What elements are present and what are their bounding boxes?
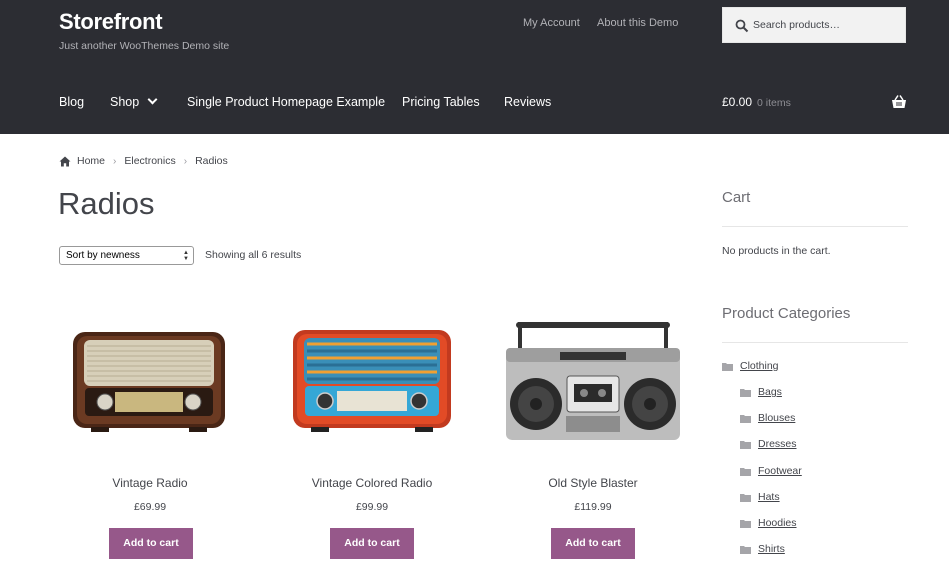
site-title[interactable]: Storefront: [59, 9, 163, 35]
chevron-down-icon: [147, 94, 158, 105]
folder-icon: [740, 493, 751, 502]
category-label[interactable]: Footwear: [758, 465, 802, 477]
about-demo-link[interactable]: About this Demo: [597, 17, 678, 29]
nav-pricing-tables[interactable]: Pricing Tables: [402, 95, 480, 109]
folder-icon: [740, 414, 751, 423]
vintage-radio-image[interactable]: [57, 300, 243, 450]
folder-icon: [740, 467, 751, 476]
category-hoodies[interactable]: Hoodies: [740, 517, 797, 529]
category-label[interactable]: Blouses: [758, 412, 795, 424]
nav-blog[interactable]: Blog: [59, 95, 84, 109]
product-name[interactable]: Vintage Radio: [57, 476, 243, 490]
folder-icon: [740, 440, 751, 449]
vintage-colored-radio-image[interactable]: [279, 300, 465, 450]
category-label[interactable]: Shirts: [758, 543, 785, 555]
add-to-cart-button[interactable]: Add to cart: [330, 528, 414, 559]
nav-single-product[interactable]: Single Product Homepage Example: [187, 95, 385, 109]
product-price: £99.99: [355, 501, 389, 513]
site-description: Just another WooThemes Demo site: [59, 40, 230, 52]
category-label[interactable]: Dresses: [758, 438, 797, 450]
my-account-link[interactable]: My Account: [523, 17, 580, 29]
breadcrumb-current: Radios: [195, 155, 228, 167]
product-price: £119.99: [574, 501, 612, 513]
category-footwear[interactable]: Footwear: [740, 465, 802, 477]
sort-selected-value: Sort by newness: [66, 250, 140, 261]
category-label[interactable]: Hats: [758, 491, 780, 503]
folder-icon: [740, 519, 751, 528]
nav-shop-label: Shop: [110, 95, 140, 109]
nav-shop[interactable]: Shop: [110, 94, 158, 109]
page-title: Radios: [58, 186, 155, 221]
category-hats[interactable]: Hats: [740, 491, 780, 503]
select-arrows-icon: ▲ ▼: [183, 250, 189, 262]
product-name[interactable]: Vintage Colored Radio: [279, 476, 465, 490]
divider: [722, 226, 908, 227]
site-header: Storefront Just another WooThemes Demo s…: [0, 0, 949, 134]
cart-empty-message: No products in the cart.: [722, 245, 831, 257]
sort-select[interactable]: Sort by newness ▲ ▼: [59, 246, 194, 265]
result-count: Showing all 6 results: [205, 249, 302, 261]
cart-widget-title: Cart: [722, 189, 751, 206]
nav-reviews[interactable]: Reviews: [504, 95, 551, 109]
boombox-image[interactable]: [500, 300, 686, 450]
product-price: £69.99: [133, 501, 167, 513]
header-cart-count: 0 items: [757, 97, 791, 109]
folder-icon: [740, 545, 751, 554]
breadcrumb-home[interactable]: Home: [77, 155, 105, 167]
category-blouses[interactable]: Blouses: [740, 412, 795, 424]
folder-icon: [740, 388, 751, 397]
header-cart-total[interactable]: £0.00: [722, 95, 752, 109]
search-box[interactable]: [722, 7, 906, 43]
category-label[interactable]: Clothing: [740, 360, 779, 372]
category-shirts[interactable]: Shirts: [740, 543, 785, 555]
search-input[interactable]: [753, 8, 903, 42]
category-label[interactable]: Bags: [758, 386, 782, 398]
category-dresses[interactable]: Dresses: [740, 438, 797, 450]
breadcrumb-electronics[interactable]: Electronics: [124, 155, 175, 167]
add-to-cart-button[interactable]: Add to cart: [551, 528, 635, 559]
breadcrumb-separator: ›: [183, 155, 188, 167]
folder-icon: [722, 362, 733, 371]
home-icon: [59, 156, 71, 166]
divider: [722, 342, 908, 343]
categories-widget-title: Product Categories: [722, 305, 851, 322]
product-name[interactable]: Old Style Blaster: [500, 476, 686, 490]
category-label[interactable]: Hoodies: [758, 517, 797, 529]
add-to-cart-button[interactable]: Add to cart: [109, 528, 193, 559]
breadcrumb-separator: ›: [113, 155, 117, 167]
search-icon: [735, 19, 749, 33]
category-clothing[interactable]: Clothing: [722, 360, 779, 372]
category-bags[interactable]: Bags: [740, 386, 782, 398]
basket-icon[interactable]: [891, 94, 907, 110]
breadcrumb: Home › Electronics › Radios: [59, 155, 228, 167]
